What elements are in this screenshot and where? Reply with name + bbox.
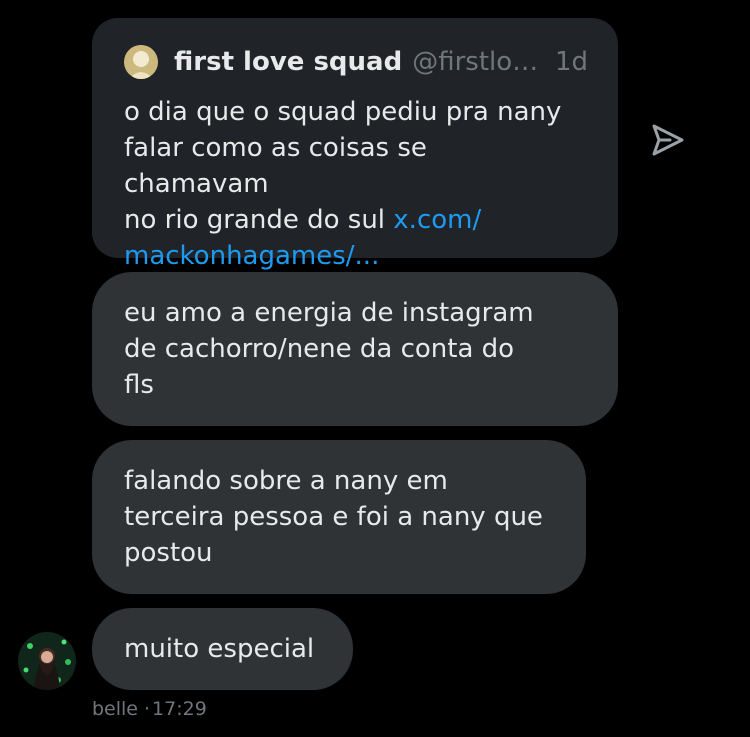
meta-separator: ·	[144, 698, 151, 720]
message-text-line: muito especial	[124, 634, 315, 664]
message-text-line: de cachorro/nene da conta do	[124, 334, 515, 364]
message-text-line: eu amo a energia de instagram	[124, 298, 534, 328]
share-arrow-icon[interactable]	[648, 120, 688, 160]
quote-link-continued[interactable]: mackonhagames/...	[124, 238, 564, 274]
quote-timestamp: 1d	[554, 47, 588, 77]
sender-avatar[interactable]	[18, 632, 76, 690]
message-time: 17:29	[152, 698, 207, 720]
message-text-line: falando sobre a nany em	[124, 466, 448, 496]
message-bubble[interactable]: eu amo a energia de instagram de cachorr…	[92, 272, 618, 426]
message-text-line: terceira pessoa e foi a nany que	[124, 502, 543, 532]
quote-text-line-start: no rio grande do sul	[124, 205, 394, 235]
message-bubble[interactable]: falando sobre a nany em terceira pessoa …	[92, 440, 586, 594]
quoted-post-card[interactable]: first love squad @firstlove... 1d o dia …	[92, 18, 618, 271]
quote-author-name: first love squad	[174, 47, 403, 77]
message-text-line: postou	[124, 538, 213, 568]
quote-text-line: falar como as coisas se chamavam	[124, 133, 427, 199]
quote-avatar-image	[124, 45, 158, 79]
message-meta: belle · 17:29	[92, 698, 207, 720]
quoted-post-header: first love squad @firstlove... 1d	[124, 44, 588, 80]
sender-avatar-image	[18, 632, 76, 690]
sender-name: belle	[92, 698, 138, 720]
quote-link[interactable]: x.com/	[393, 205, 481, 235]
message-bubble[interactable]: muito especial	[92, 608, 353, 690]
quote-text-line: no rio grande do sul x.com/	[124, 202, 564, 238]
message-text-line: fls	[124, 370, 154, 400]
quoted-post-text: o dia que o squad pediu pra nany falar c…	[124, 94, 564, 274]
quote-text-line: o dia que o squad pediu pra nany	[124, 97, 562, 127]
quote-author-handle: @firstlove...	[412, 47, 539, 77]
quote-author-avatar	[124, 45, 158, 79]
